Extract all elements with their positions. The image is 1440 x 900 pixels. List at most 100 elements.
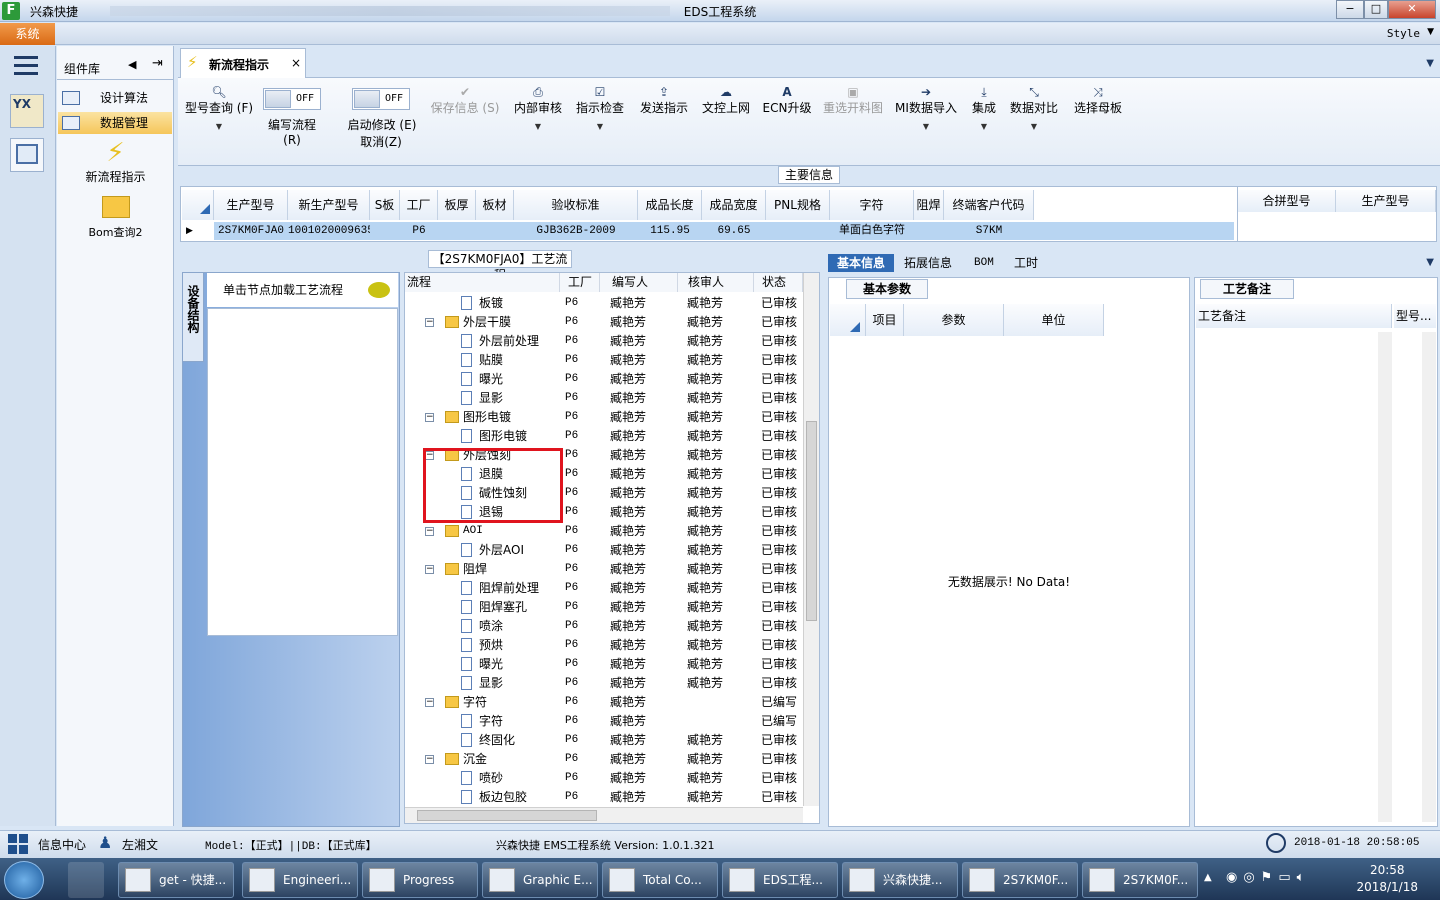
grid-cell[interactable]: 单面白色字符	[830, 222, 914, 240]
select-master-board-button[interactable]: ⤨ 选择母板	[1070, 84, 1126, 117]
tree-row[interactable]: 喷砂 P6 臧艳芳 臧艳芳 已审核	[405, 769, 803, 788]
internal-review-button[interactable]: ⎙ 内部审核 ▼	[510, 84, 566, 135]
tray-expand-icon[interactable]: ▲	[1204, 872, 1212, 883]
column-header[interactable]: 合拼型号	[1238, 190, 1336, 212]
tab-work-hours[interactable]: 工时	[1014, 254, 1038, 272]
column-header[interactable]: PNL规格	[766, 190, 830, 220]
start-button-icon[interactable]	[4, 861, 44, 899]
tray-icons[interactable]: ◉◎⚑▭🔈︎	[1226, 870, 1310, 885]
model-scrollbar[interactable]	[1422, 332, 1436, 822]
start-modify-toggle[interactable]: OFF	[352, 88, 410, 110]
column-header-factory[interactable]: 工厂	[560, 273, 600, 292]
panel-item-data-management[interactable]: 数据管理	[58, 112, 172, 134]
column-header[interactable]: 新生产型号	[288, 190, 370, 220]
tree-row[interactable]: 阻焊塞孔 P6 臧艳芳 臧艳芳 已审核	[405, 598, 803, 617]
column-header[interactable]: 板厚	[438, 190, 476, 220]
tab-close-icon[interactable]: ×	[291, 56, 301, 70]
tree-row[interactable]: 曝光 P6 臧艳芳 臧艳芳 已审核	[405, 655, 803, 674]
collapse-toggle-icon[interactable]: −	[425, 318, 434, 327]
factory-icon[interactable]: YX	[10, 94, 44, 128]
tab-extended-info[interactable]: 拓展信息	[904, 254, 952, 272]
taskbar-item[interactable]: 2S7KM0F...	[962, 862, 1078, 898]
calendar-icon[interactable]	[10, 138, 44, 172]
taskbar-item[interactable]: Engineeri...	[242, 862, 358, 898]
tree-row[interactable]: 外层前处理 P6 臧艳芳 臧艳芳 已审核	[405, 332, 803, 351]
grid-cell[interactable]: 10010200096355	[288, 222, 370, 240]
tree-row[interactable]: 字符 P6 臧艳芳 已编写	[405, 712, 803, 731]
column-header[interactable]: 终端客户代码	[944, 190, 1034, 220]
tree-row[interactable]: 预烘 P6 臧艳芳 臧艳芳 已审核	[405, 636, 803, 655]
process-note-tab[interactable]: 工艺备注	[1200, 279, 1294, 299]
tree-group-row[interactable]: − 字符 P6 臧艳芳 已编写	[405, 693, 803, 712]
column-header-flow[interactable]: 流程	[405, 273, 560, 292]
tree-row[interactable]: 显影 P6 臧艳芳 臧艳芳 已审核	[405, 389, 803, 408]
grid-cell[interactable]: GJB362B-2009	[514, 222, 638, 240]
bom-query2-launcher[interactable]: Bom查询2	[57, 196, 174, 240]
system-menu[interactable]: 系统	[0, 23, 55, 45]
save-info-button[interactable]: ✔ 保存信息 (S)	[430, 84, 500, 117]
grid-cell[interactable]: 2S7KM0FJA0	[214, 222, 288, 240]
grid-cell[interactable]	[438, 222, 476, 240]
calculator-icon[interactable]	[68, 862, 104, 898]
panel-item-design-algorithm[interactable]: 设计算法	[58, 87, 172, 109]
tree-row[interactable]: 曝光 P6 臧艳芳 臧艳芳 已审核	[405, 370, 803, 389]
taskbar-item[interactable]: Total Co...	[602, 862, 718, 898]
taskbar-item[interactable]: 2S7KM0F...	[1082, 862, 1198, 898]
tree-row[interactable]: 板镀 P6 臧艳芳 臧艳芳 已审核	[405, 294, 803, 313]
tree-row[interactable]: 图形电镀 P6 臧艳芳 臧艳芳 已审核	[405, 427, 803, 446]
panel-pin-icon[interactable]: ⇥	[152, 56, 163, 71]
column-header[interactable]: 生产型号	[1336, 190, 1436, 212]
tree-row[interactable]: 阻焊前处理 P6 臧艳芳 臧艳芳 已审核	[405, 579, 803, 598]
collapse-toggle-icon[interactable]: −	[425, 698, 434, 707]
column-header-model[interactable]: 型号...	[1394, 304, 1436, 328]
taskbar-item[interactable]: Progress	[362, 862, 478, 898]
tree-group-row[interactable]: − 外层干膜 P6 臧艳芳 臧艳芳 已审核	[405, 313, 803, 332]
grid-cell[interactable]	[370, 222, 400, 240]
ecn-upgrade-button[interactable]: A ECN升级	[760, 84, 814, 117]
cancel-label[interactable]: 取消(Z)	[352, 133, 410, 150]
tree-horizontal-scrollbar[interactable]	[405, 807, 803, 823]
column-header[interactable]: 工厂	[400, 190, 438, 220]
write-flow-toggle[interactable]: OFF	[263, 88, 321, 110]
send-instruction-button[interactable]: ⇪ 发送指示	[636, 84, 692, 117]
tab-list-dropdown-icon[interactable]: ▼	[1426, 58, 1434, 69]
flow-title-tab[interactable]: 【2S7KM0FJA0】工艺流程	[428, 250, 572, 282]
taskbar-item[interactable]: EDS工程...	[722, 862, 838, 898]
collapse-toggle-icon[interactable]: −	[425, 565, 434, 574]
column-header[interactable]: 成品长度	[638, 190, 702, 220]
column-header-note[interactable]: 工艺备注	[1196, 304, 1392, 328]
column-header[interactable]: 字符	[830, 190, 914, 220]
doc-control-upload-button[interactable]: ☁ 文控上网	[698, 84, 754, 117]
reselect-cutting-chart-button[interactable]: ▣ 重选开料图	[820, 84, 886, 117]
column-header[interactable]: 板材	[476, 190, 514, 220]
tab-new-flow-instruction[interactable]: ⚡ 新流程指示 ×	[180, 48, 306, 78]
column-header-status[interactable]: 状态	[754, 273, 803, 292]
taskbar-clock[interactable]: 20:58 2018/1/18	[1356, 862, 1418, 896]
column-header[interactable]: S板	[370, 190, 400, 220]
column-header-param[interactable]: 参数	[904, 304, 1004, 336]
grid-cell[interactable]	[476, 222, 514, 240]
taskbar-item[interactable]: get - 快捷...	[118, 862, 234, 898]
column-header[interactable]: 成品宽度	[702, 190, 766, 220]
collapse-toggle-icon[interactable]: −	[425, 413, 434, 422]
tree-row[interactable]: 贴膜 P6 臧艳芳 臧艳芳 已审核	[405, 351, 803, 370]
grid-cell[interactable]: 69.65	[702, 222, 766, 240]
tree-row[interactable]: 喷涂 P6 臧艳芳 臧艳芳 已审核	[405, 617, 803, 636]
column-header-unit[interactable]: 单位	[1004, 304, 1104, 336]
minimize-button[interactable]: −	[1336, 0, 1364, 19]
info-center-link[interactable]: 信息中心	[38, 836, 86, 853]
data-compare-button[interactable]: ⤡ 数据对比 ▼	[1008, 84, 1060, 135]
tree-row[interactable]: 终固化 P6 臧艳芳 臧艳芳 已审核	[405, 731, 803, 750]
grid-cell[interactable]	[766, 222, 830, 240]
tree-group-row[interactable]: − 阻焊 P6 臧艳芳 臧艳芳 已审核	[405, 560, 803, 579]
taskbar-item[interactable]: Graphic E...	[482, 862, 598, 898]
column-header[interactable]: 阻焊	[914, 190, 944, 220]
tree-group-row[interactable]: − AOI P6 臧艳芳 臧艳芳 已审核	[405, 522, 803, 541]
tab-basic-info[interactable]: 基本信息	[828, 254, 894, 272]
tree-group-row[interactable]: − 图形电镀 P6 臧艳芳 臧艳芳 已审核	[405, 408, 803, 427]
tree-row[interactable]: 外层AOI P6 臧艳芳 臧艳芳 已审核	[405, 541, 803, 560]
column-header[interactable]: 生产型号	[214, 190, 288, 220]
mi-data-import-button[interactable]: ➔ MI数据导入 ▼	[892, 84, 960, 135]
grid-apps-icon[interactable]	[8, 834, 28, 854]
tab-bom[interactable]: BOM	[974, 254, 994, 272]
